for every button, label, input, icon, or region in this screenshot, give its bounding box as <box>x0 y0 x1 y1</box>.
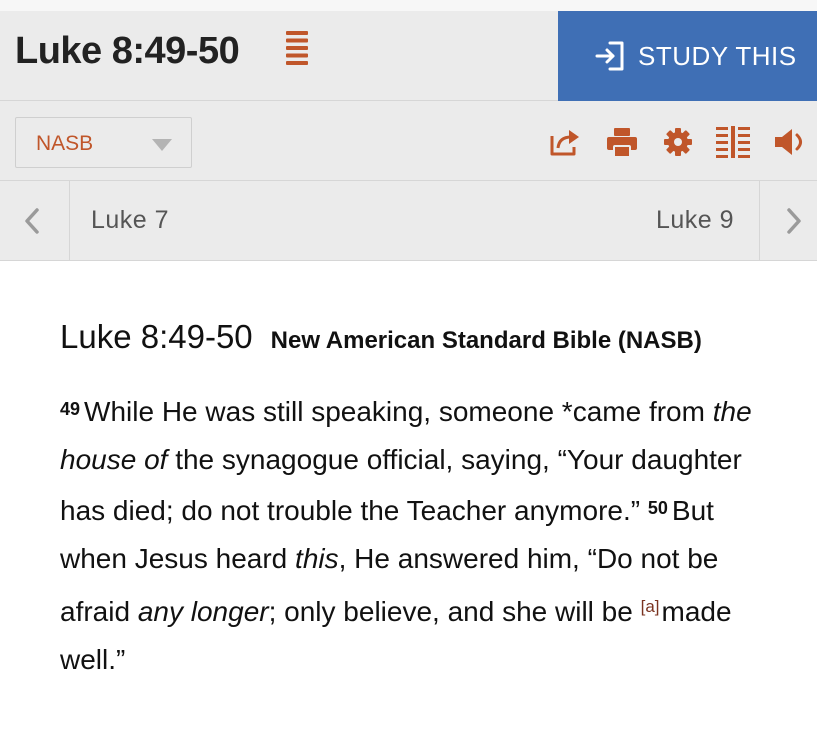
chevron-right-icon <box>787 208 801 234</box>
share-icon[interactable] <box>549 126 581 158</box>
footnote-link[interactable]: [a] <box>641 597 660 616</box>
passage-content: Luke 8:49-50 New American Standard Bible … <box>60 320 780 684</box>
chevron-down-icon <box>152 139 172 151</box>
header-bar: Luke 8:49-50 STUDY THIS <box>0 11 817 101</box>
toolbar: NASB <box>0 101 817 181</box>
top-strip <box>0 0 817 11</box>
chevron-left-icon <box>25 208 39 234</box>
speaker-icon[interactable] <box>773 126 807 158</box>
list-menu-icon[interactable] <box>286 31 308 65</box>
verse-italic-text: this <box>295 543 339 574</box>
chapter-nav: Luke 7 Luke 9 <box>0 181 817 261</box>
verse-text: While He was still speaking, someone *ca… <box>84 396 713 427</box>
previous-chapter-link[interactable]: Luke 7 <box>91 206 169 235</box>
version-select-value: NASB <box>36 132 94 155</box>
verse-italic-text: any longer <box>137 596 269 627</box>
verse-number: 49 <box>60 399 81 419</box>
version-select[interactable]: NASB <box>15 117 192 168</box>
verse-text: ; only believe, and she will be <box>268 596 641 627</box>
passage-heading: Luke 8:49-50 New American Standard Bible … <box>60 320 780 359</box>
next-chapter-button[interactable] <box>759 181 817 261</box>
print-icon[interactable] <box>606 126 638 158</box>
previous-chapter-button[interactable] <box>0 181 70 261</box>
gear-icon[interactable] <box>663 126 693 158</box>
study-this-label: STUDY THIS <box>638 40 797 71</box>
study-this-button[interactable]: STUDY THIS <box>558 11 817 101</box>
passage-title: Luke 8:49-50 <box>15 30 240 72</box>
parallel-columns-icon[interactable] <box>716 126 750 158</box>
next-chapter-link[interactable]: Luke 9 <box>656 206 734 235</box>
passage-reference: Luke 8:49-50 <box>60 318 253 355</box>
sign-in-icon <box>595 41 624 71</box>
version-full-name: New American Standard Bible (NASB) <box>270 327 702 354</box>
verse-number: 50 <box>647 498 668 518</box>
passage-text: 49 While He was still speaking, someone *… <box>60 385 780 684</box>
